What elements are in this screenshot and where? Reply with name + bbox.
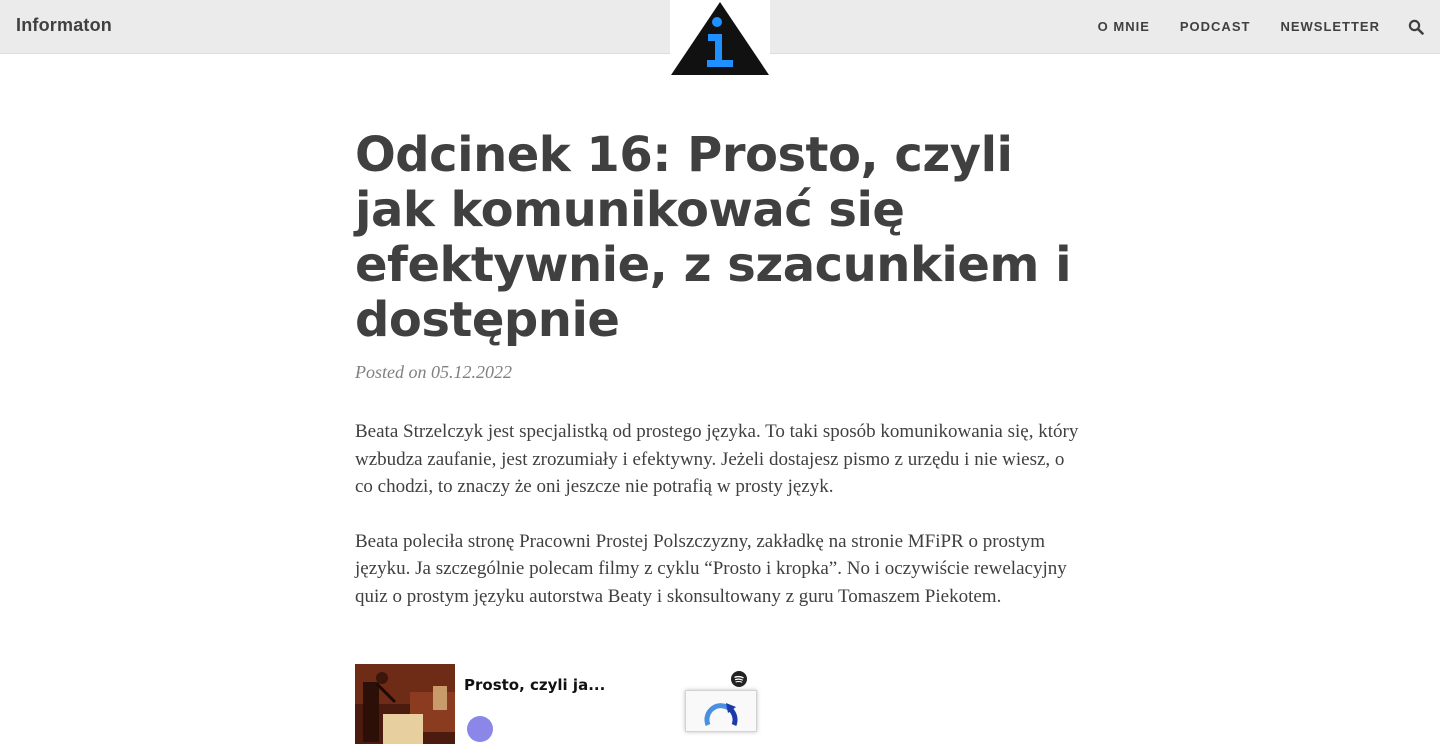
post-date: 05.12.2022 (431, 362, 512, 382)
nav-item-newsletter[interactable]: NEWSLETTER (1280, 19, 1380, 34)
post-title: Odcinek 16: Prosto, czyli jak komunikowa… (355, 127, 1072, 348)
embed-episode-title: Prosto, czyli ja... (464, 676, 606, 694)
brand-link[interactable]: Informaton (16, 15, 112, 36)
main-nav: O MNIE PODCAST NEWSLETTER (1068, 0, 1380, 53)
recaptcha-badge[interactable] (685, 690, 757, 732)
posted-label: Posted on (355, 362, 427, 382)
post-paragraph: Beata Strzelczyk jest specjalistką od pr… (355, 421, 1079, 497)
episode-cover-image (355, 664, 455, 744)
spotify-icon[interactable] (731, 671, 747, 687)
info-triangle-logo (671, 2, 769, 75)
nav-item-o-mnie[interactable]: O MNIE (1098, 19, 1150, 34)
recaptcha-icon (704, 703, 738, 726)
post-meta: Posted on 05.12.2022 (355, 362, 1085, 383)
post-article: Odcinek 16: Prosto, czyli jak komunikowa… (355, 128, 1085, 610)
search-icon[interactable] (1408, 19, 1424, 35)
site-logo[interactable] (670, 0, 770, 76)
nav-item-podcast[interactable]: PODCAST (1180, 19, 1251, 34)
post-paragraph: Beata poleciła stronę Pracowni Prostej P… (355, 530, 1067, 607)
